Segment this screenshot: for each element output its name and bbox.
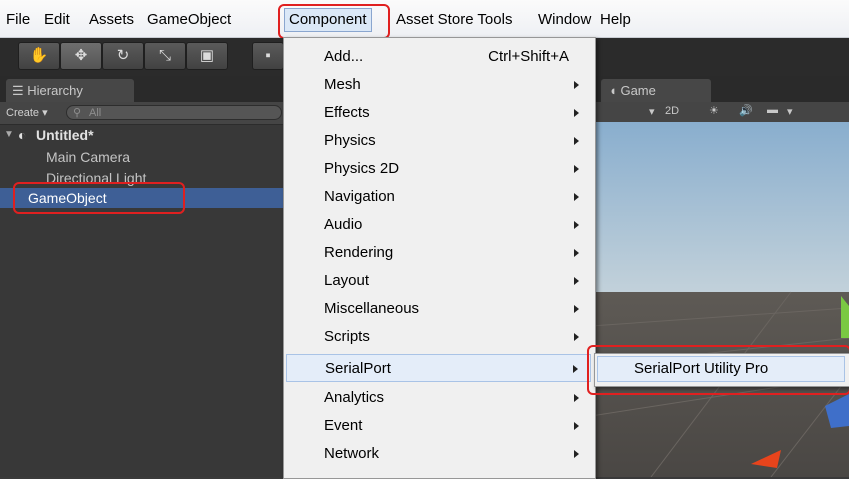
serialport-utility-pro-highlight	[587, 345, 849, 395]
hierarchy-search-input[interactable]: ⚲ All	[66, 105, 282, 120]
menu-item-label: Event	[324, 417, 363, 434]
scene-row[interactable]: ▼ ◐ Untitled*	[0, 125, 291, 145]
create-dropdown[interactable]: Create ▾	[6, 105, 48, 121]
component-dropdown-menu: Add... Ctrl+Shift+A Mesh Effects Physics…	[283, 37, 596, 479]
submenu-arrow-icon	[574, 221, 579, 229]
rotate-tool-button[interactable]: ↻	[102, 42, 144, 70]
submenu-arrow-icon	[574, 109, 579, 117]
game-view: ◖ Game ▾ 2D ☀ 🔊 ▬ ▾	[591, 76, 849, 477]
menu-item-analytics[interactable]: Analytics	[286, 384, 591, 412]
hierarchy-tabbar: ☰ Hierarchy	[0, 76, 291, 102]
menu-item-rendering[interactable]: Rendering	[286, 239, 591, 267]
component-menu-highlight	[278, 4, 390, 39]
scene-gizmos	[591, 291, 849, 477]
menu-gameobject[interactable]: GameObject	[143, 9, 235, 31]
menu-item-label: Navigation	[324, 188, 395, 205]
submenu-arrow-icon	[574, 305, 579, 313]
move-tool-button[interactable]: ✥	[60, 42, 102, 70]
expand-arrow-icon: ▼	[4, 129, 14, 140]
menu-item-audio[interactable]: Audio	[286, 211, 591, 239]
menu-file[interactable]: File	[2, 9, 34, 31]
submenu-arrow-icon	[573, 365, 578, 373]
pivot-icon: ▪	[265, 47, 271, 64]
move-icon: ✥	[74, 47, 88, 64]
unity-scene-icon: ◐	[18, 127, 27, 143]
search-icon: ⚲	[73, 107, 82, 119]
rect-tool-button[interactable]: ▣	[186, 42, 228, 70]
menu-item-miscellaneous[interactable]: Miscellaneous	[286, 295, 591, 323]
menu-item-shortcut: Ctrl+Shift+A	[488, 48, 569, 65]
menu-item-label: Add...	[324, 48, 364, 65]
chevron-down-icon: ▾	[42, 107, 48, 119]
create-label: Create	[6, 107, 40, 119]
submenu-arrow-icon	[574, 137, 579, 145]
hierarchy-tab-label: Hierarchy	[27, 83, 83, 98]
menu-assets[interactable]: Assets	[85, 9, 138, 31]
pivot-toggle-button[interactable]: ▪	[252, 42, 284, 70]
submenu-arrow-icon	[574, 193, 579, 201]
scale-icon: ⤡	[158, 47, 171, 64]
x-axis-gizmo[interactable]	[751, 450, 781, 468]
scene-name: Untitled*	[36, 127, 94, 143]
menu-item-mesh[interactable]: Mesh	[286, 71, 591, 99]
menu-item-physics-2d[interactable]: Physics 2D	[286, 155, 591, 183]
z-axis-gizmo[interactable]	[825, 394, 849, 428]
menu-window[interactable]: Window	[534, 9, 595, 31]
menu-item-label: Audio	[324, 216, 363, 233]
hierarchy-toolbar: Create ▾ ⚲ All	[0, 102, 291, 125]
submenu-arrow-icon	[574, 165, 579, 173]
menu-item-label: Rendering	[324, 244, 394, 261]
menu-item-add[interactable]: Add... Ctrl+Shift+A	[286, 43, 591, 71]
menu-item-network[interactable]: Network	[286, 440, 591, 468]
menu-item-label: Network	[324, 445, 380, 462]
menu-item-label: Miscellaneous	[324, 300, 420, 317]
menu-item-label: Scripts	[324, 328, 370, 345]
menu-asset-store-tools[interactable]: Asset Store Tools	[392, 9, 516, 31]
menu-item-event[interactable]: Event	[286, 412, 591, 440]
hierarchy-tab[interactable]: ☰ Hierarchy	[6, 79, 134, 102]
hand-tool-button[interactable]: ✋	[18, 42, 60, 70]
menu-item-label: Effects	[324, 104, 370, 121]
y-axis-gizmo[interactable]	[841, 296, 849, 338]
rotate-icon: ↻	[116, 47, 130, 64]
menu-bar: File Edit Assets GameObject Component As…	[0, 0, 849, 38]
hierarchy-item-label: Main Camera	[46, 149, 131, 165]
menu-edit[interactable]: Edit	[40, 9, 74, 31]
rect-icon: ▣	[199, 47, 215, 64]
menu-item-label: Mesh	[324, 76, 361, 93]
menu-help[interactable]: Help	[596, 9, 635, 31]
hierarchy-panel: ☰ Hierarchy Create ▾ ⚲ All ▼ ◐ Untitled*…	[0, 76, 291, 477]
hierarchy-item-main-camera[interactable]: Main Camera	[0, 147, 291, 167]
gameobject-highlight	[13, 182, 185, 214]
submenu-arrow-icon	[574, 333, 579, 341]
menu-item-label: Analytics	[324, 389, 385, 406]
menu-item-layout[interactable]: Layout	[286, 267, 591, 295]
menu-item-effects[interactable]: Effects	[286, 99, 591, 127]
hand-icon: ✋	[29, 47, 49, 64]
menu-item-navigation[interactable]: Navigation	[286, 183, 591, 211]
submenu-arrow-icon	[574, 450, 579, 458]
menu-item-label: Layout	[324, 272, 370, 289]
scale-tool-button[interactable]: ⤡	[144, 42, 186, 70]
list-icon: ☰	[12, 83, 28, 98]
menu-item-physics[interactable]: Physics	[286, 127, 591, 155]
submenu-arrow-icon	[574, 422, 579, 430]
menu-item-label: Physics 2D	[324, 160, 400, 177]
menu-item-scripts[interactable]: Scripts	[286, 323, 591, 351]
menu-item-label: SerialPort	[325, 360, 391, 377]
menu-item-label: Physics	[324, 132, 376, 149]
submenu-arrow-icon	[574, 277, 579, 285]
search-placeholder: All	[89, 107, 102, 119]
submenu-arrow-icon	[574, 81, 579, 89]
submenu-arrow-icon	[574, 394, 579, 402]
menu-item-serialport[interactable]: SerialPort	[286, 354, 591, 382]
submenu-arrow-icon	[574, 249, 579, 257]
